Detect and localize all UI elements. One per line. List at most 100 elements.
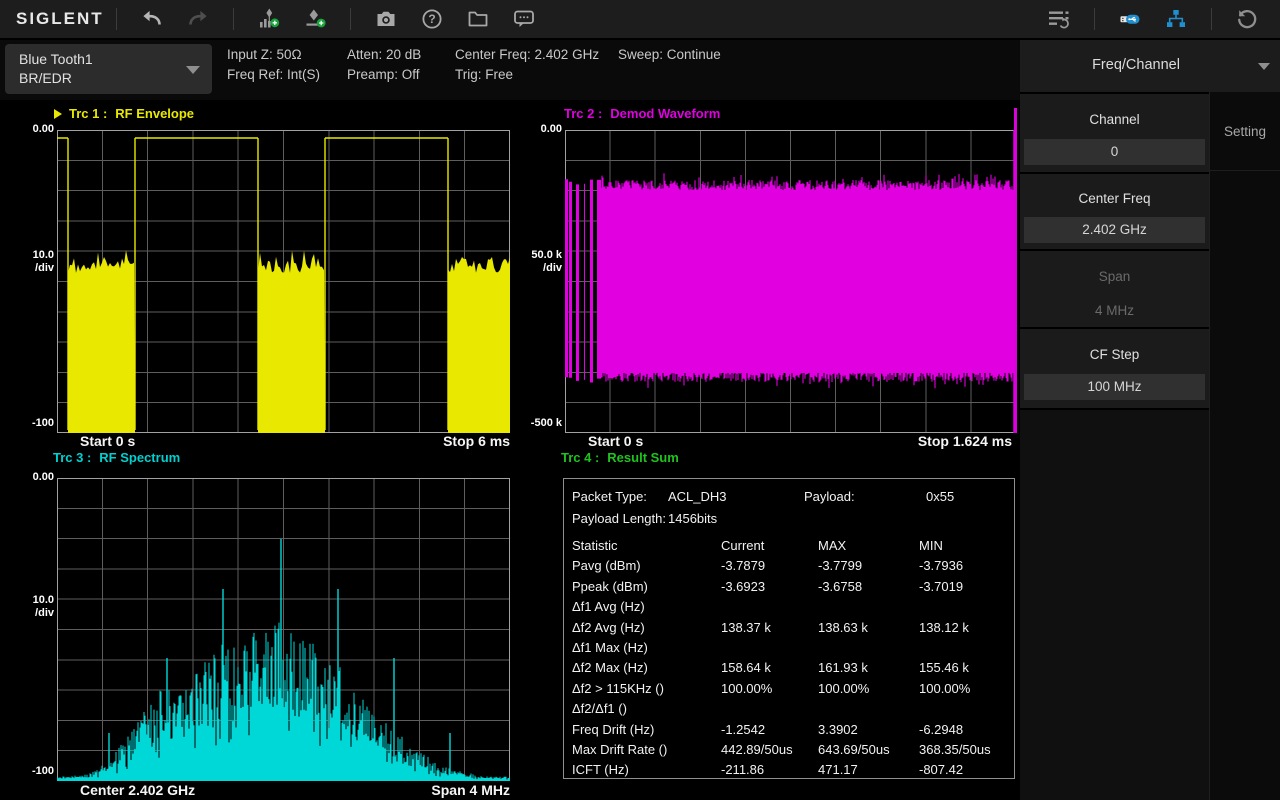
list-sync-icon — [1047, 7, 1071, 31]
softkey-span: Span 4 MHz — [1020, 251, 1209, 327]
undo-icon — [140, 7, 164, 31]
trc1-title: Trc 1 :RF Envelope — [69, 106, 194, 121]
span-value: 4 MHz — [1024, 298, 1205, 324]
file-button[interactable] — [465, 6, 491, 32]
screenshot-button[interactable] — [373, 6, 399, 32]
statistic-row: ICFT (Hz)-211.86471.17-807.42 — [572, 760, 1014, 780]
menu-title-dropdown[interactable]: Freq/Channel — [1020, 40, 1280, 92]
statistic-row: Freq Drift (Hz)-1.25423.3902-6.2948 — [572, 720, 1014, 740]
trig-value: Trig: Free — [455, 67, 513, 82]
toolbar-separator — [1094, 8, 1095, 30]
freq-ref-value: Freq Ref: Int(S) — [227, 67, 320, 82]
add-marker-icon — [303, 7, 327, 31]
task-list-button[interactable] — [1046, 6, 1072, 32]
tab-setting[interactable]: Setting — [1210, 92, 1280, 171]
toolbar-separator — [116, 8, 117, 30]
measurement-mode-dropdown[interactable]: Blue Tooth1 BR/EDR — [5, 44, 212, 94]
trc2-ref-level: 0.00 — [508, 123, 562, 135]
input-z-value: Input Z: 50Ω — [227, 47, 302, 62]
add-trace-icon — [257, 7, 281, 31]
trc3-bottom-level: -100 — [0, 765, 54, 777]
span-label: Span — [1020, 251, 1209, 284]
redo-icon — [186, 7, 210, 31]
trc3-center-label: Center 2.402 GHz — [80, 782, 195, 798]
mode-standard: BR/EDR — [19, 70, 72, 86]
sidebar-empty-area — [1020, 410, 1209, 800]
trc2-scale-div: 50.0 k — [508, 249, 562, 261]
usb-icon — [1118, 7, 1142, 31]
svg-text:?: ? — [428, 12, 435, 26]
toolbar-separator — [233, 8, 234, 30]
chat-icon — [512, 7, 536, 31]
trc1-ref-level: 0.00 — [0, 123, 54, 135]
brand-logo: SIGLENT — [16, 9, 104, 29]
lan-status-button[interactable] — [1163, 6, 1189, 32]
trc2-demod-waveform-plot — [565, 130, 1016, 433]
statistic-header-row: Statistic Current MAX MIN — [572, 536, 1014, 556]
message-button[interactable] — [511, 6, 537, 32]
atten-value: Atten: 20 dB — [347, 47, 421, 62]
help-icon: ? — [420, 7, 444, 31]
trc1-scale-unit: /div — [0, 262, 54, 274]
statistic-row: Δf2 > 115KHz ()100.00%100.00%100.00% — [572, 679, 1014, 699]
trc3-span-label: Span 4 MHz — [380, 782, 510, 798]
result-sum-table: Packet Type: ACL_DH3 Payload: 0x55 Paylo… — [563, 478, 1015, 779]
chevron-down-icon — [186, 66, 200, 74]
trc2-stop-label: Stop 1.624 ms — [852, 433, 1012, 449]
trc3-rf-spectrum-plot — [57, 478, 510, 781]
packet-type-row: Packet Type: ACL_DH3 Payload: 0x55 — [572, 486, 1014, 508]
trc1-rf-envelope-plot — [57, 130, 510, 433]
trc2-scale-unit: /div — [508, 262, 562, 274]
statistic-row: Δf2 Avg (Hz)138.37 k138.63 k138.12 k — [572, 618, 1014, 638]
softkey-channel[interactable]: Channel 0 — [1020, 94, 1209, 172]
statistic-row: Pavg (dBm)-3.7879-3.7799-3.7936 — [572, 556, 1014, 576]
redo-button[interactable] — [185, 6, 211, 32]
add-marker-button[interactable] — [302, 6, 328, 32]
trc1-scale-div: 10.0 — [0, 249, 54, 261]
center-freq-label: Center Freq — [1020, 174, 1209, 206]
sidebar-tab-strip: Setting — [1209, 92, 1280, 800]
preamp-value: Preamp: Off — [347, 67, 420, 82]
cf-step-label: CF Step — [1020, 329, 1209, 362]
lan-icon — [1164, 7, 1188, 31]
trc2-start-label: Start 0 s — [588, 433, 643, 449]
statistic-row: Δf1 Max (Hz) — [572, 638, 1014, 658]
trc4-title: Trc 4 :Result Sum — [561, 450, 679, 465]
center-freq-value[interactable]: 2.402 GHz — [1024, 217, 1205, 243]
folder-icon — [466, 7, 490, 31]
toolbar-separator — [1211, 8, 1212, 30]
menu-title: Freq/Channel — [1020, 57, 1252, 73]
usb-status-button[interactable] — [1117, 6, 1143, 32]
trc2-title: Trc 2 :Demod Waveform — [564, 106, 720, 121]
chevron-down-icon — [1258, 63, 1270, 70]
statistic-row: Δf1 Avg (Hz) — [572, 597, 1014, 617]
trc2-right-marker-line — [1014, 108, 1017, 433]
center-freq-value: Center Freq: 2.402 GHz — [455, 47, 599, 62]
toolbar: SIGLENT — [0, 0, 1280, 40]
history-icon — [1235, 7, 1259, 31]
trc1-bottom-level: -100 — [0, 417, 54, 429]
toolbar-separator — [350, 8, 351, 30]
statistic-row: Max Drift Rate ()442.89/50us643.69/50us3… — [572, 740, 1014, 760]
add-trace-button[interactable] — [256, 6, 282, 32]
trc1-start-label: Start 0 s — [80, 433, 135, 449]
trc3-ref-level: 0.00 — [0, 471, 54, 483]
statistic-rows: Pavg (dBm)-3.7879-3.7799-3.7936Ppeak (dB… — [572, 556, 1014, 780]
statistic-row: Δf2 Max (Hz)158.64 k161.93 k155.46 k — [572, 658, 1014, 678]
status-bar: Blue Tooth1 BR/EDR Input Z: 50Ω Freq Ref… — [0, 40, 1020, 100]
softkey-center-freq[interactable]: Center Freq 2.402 GHz — [1020, 174, 1209, 249]
cf-step-value[interactable]: 100 MHz — [1024, 374, 1205, 400]
preset-restore-button[interactable] — [1234, 6, 1260, 32]
trc3-scale-div: 10.0 — [0, 594, 54, 606]
help-button[interactable]: ? — [419, 6, 445, 32]
statistic-row: Ppeak (dBm)-3.6923-3.6758-3.7019 — [572, 577, 1014, 597]
sweep-value: Sweep: Continue — [618, 47, 721, 62]
camera-icon — [374, 7, 398, 31]
payload-length-row: Payload Length: 1456bits — [572, 508, 1014, 530]
channel-value[interactable]: 0 — [1024, 139, 1205, 165]
softkey-cf-step[interactable]: CF Step 100 MHz — [1020, 329, 1209, 408]
mode-name: Blue Tooth1 — [19, 51, 93, 67]
trc3-scale-unit: /div — [0, 607, 54, 619]
undo-button[interactable] — [139, 6, 165, 32]
statistic-row: Δf2/Δf1 () — [572, 699, 1014, 719]
